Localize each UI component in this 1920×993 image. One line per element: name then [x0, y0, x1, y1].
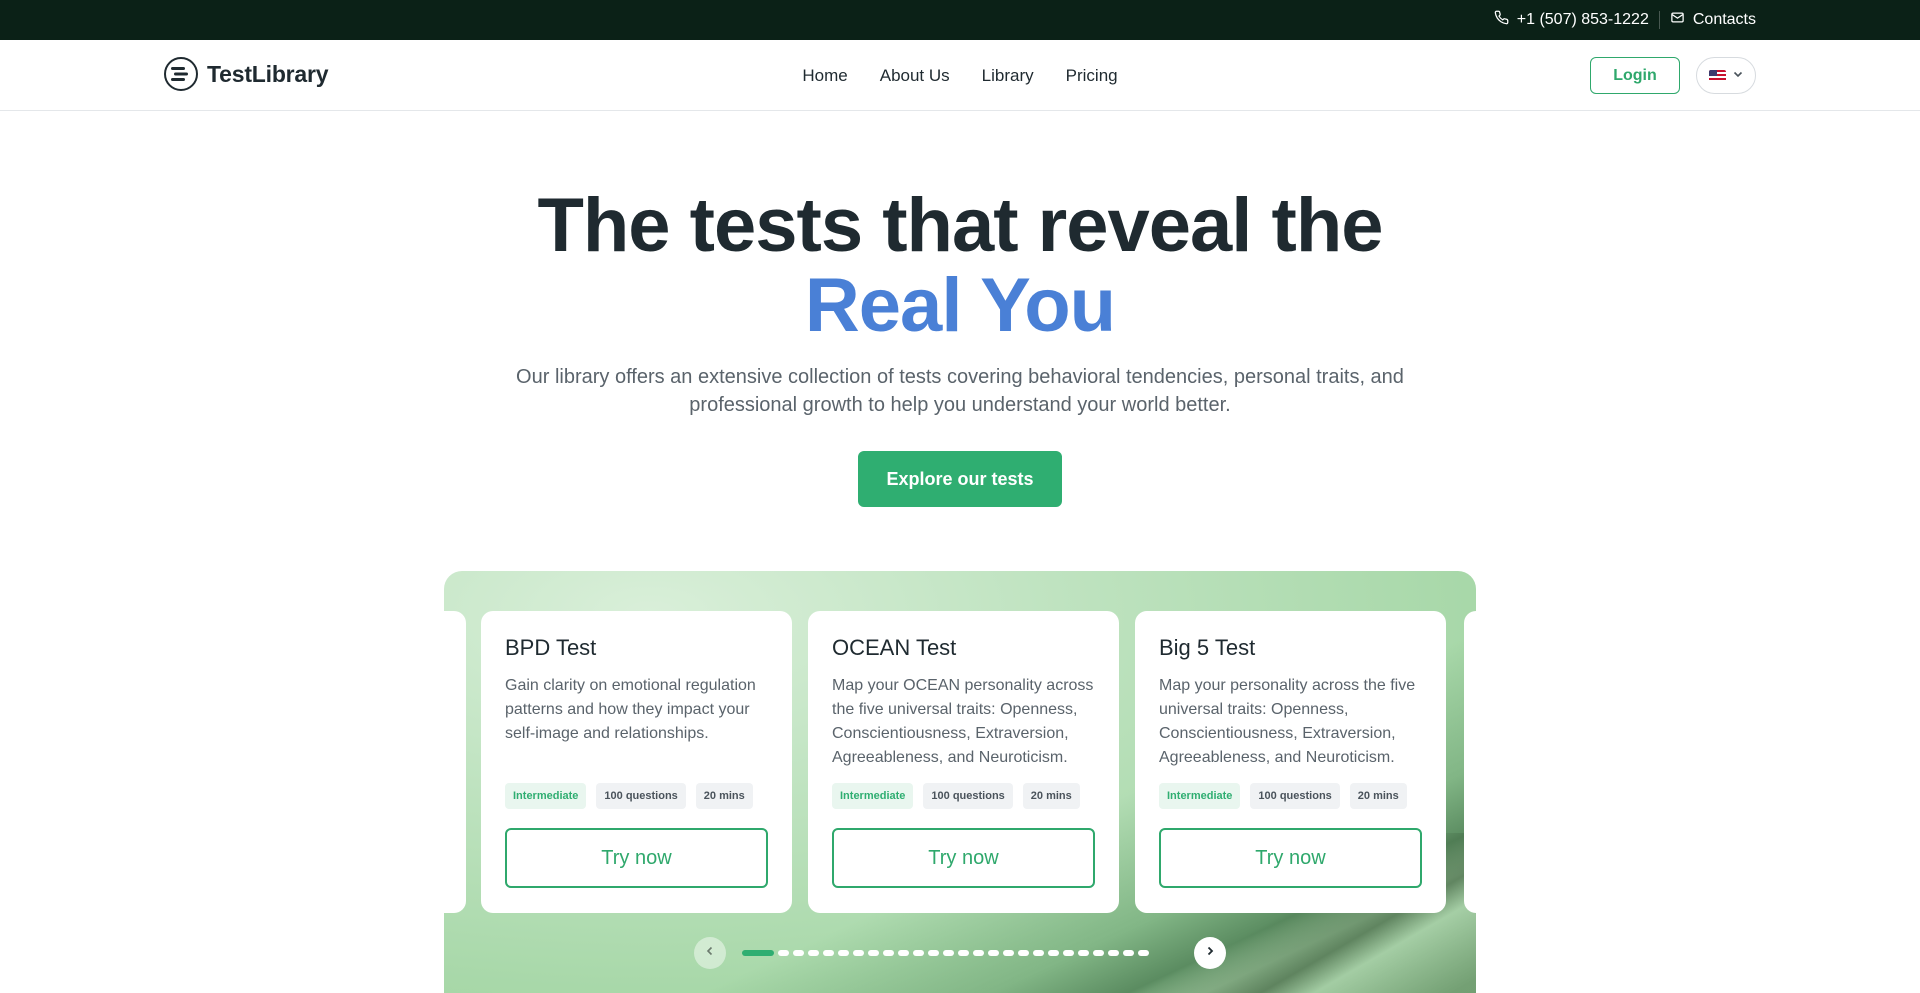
carousel-dot[interactable]: [823, 950, 834, 956]
carousel-dot[interactable]: [1048, 950, 1059, 956]
level-badge: Intermediate: [832, 783, 914, 809]
card-title: BPD Test: [505, 635, 597, 660]
test-card-partial-right[interactable]: [1464, 611, 1476, 913]
divider: [1658, 11, 1660, 29]
duration-badge: 20 mins: [1022, 783, 1080, 809]
contacts-label: Contacts: [1692, 11, 1756, 28]
nav-library[interactable]: Library: [982, 66, 1034, 86]
login-button[interactable]: Login: [1590, 57, 1680, 94]
hero-subtitle: Our library offers an extensive collecti…: [516, 366, 1404, 416]
carousel-prev-button[interactable]: [694, 937, 726, 969]
hero-title-accent: Real You: [804, 263, 1116, 348]
test-card: Big 5 Test Map your personality across t…: [1135, 611, 1446, 913]
test-card: OCEAN Test Map your OCEAN personality ac…: [808, 611, 1119, 913]
carousel-dot[interactable]: [1138, 950, 1149, 956]
carousel-next-button[interactable]: [1194, 937, 1226, 969]
card-title: Big 5 Test: [1159, 635, 1256, 660]
card-tags: Intermediate 100 questions 20 mins: [832, 783, 1095, 809]
hero-title: The tests that reveal the: [537, 183, 1383, 268]
carousel-dot[interactable]: [1078, 950, 1089, 956]
phone-link[interactable]: +1 (507) 853-1222: [1494, 10, 1649, 30]
carousel-dot[interactable]: [1063, 950, 1074, 956]
card-description: Map your personality across the five uni…: [1159, 677, 1416, 766]
questions-badge: 100 questions: [923, 783, 1013, 809]
carousel-dot[interactable]: [838, 950, 849, 956]
us-flag-icon: [1708, 69, 1726, 82]
carousel-pagination: [444, 937, 1476, 969]
card-description: Gain clarity on emotional regulation pat…: [505, 677, 756, 742]
carousel-dot[interactable]: [742, 950, 774, 956]
nav-pricing[interactable]: Pricing: [1066, 66, 1118, 86]
carousel-dots: [742, 950, 1149, 956]
phone-number: +1 (507) 853-1222: [1516, 11, 1649, 28]
contacts-link[interactable]: Contacts: [1670, 10, 1756, 30]
try-now-button[interactable]: Try now: [832, 828, 1095, 888]
try-now-button[interactable]: Try now: [505, 828, 768, 888]
carousel-dot[interactable]: [1123, 950, 1134, 956]
card-tags: Intermediate 100 questions 20 mins: [1159, 783, 1422, 809]
chevron-right-icon: [1204, 944, 1216, 962]
explore-tests-button[interactable]: Explore our tests: [858, 451, 1062, 507]
card-description: Map your OCEAN personality across the fi…: [832, 677, 1094, 766]
carousel-dot[interactable]: [868, 950, 879, 956]
carousel-dot[interactable]: [928, 950, 939, 956]
test-card-partial-left[interactable]: [444, 611, 466, 913]
questions-badge: 100 questions: [596, 783, 686, 809]
main-header: TestLibrary Home About Us Library Pricin…: [0, 40, 1920, 111]
phone-icon: [1494, 10, 1509, 30]
language-selector[interactable]: [1696, 57, 1756, 94]
carousel-dot[interactable]: [1033, 950, 1044, 956]
top-bar-contacts: +1 (507) 853-1222 Contacts: [1494, 0, 1756, 40]
level-badge: Intermediate: [505, 783, 587, 809]
tests-carousel: BPD Test Gain clarity on emotional regul…: [444, 571, 1476, 993]
duration-badge: 20 mins: [1349, 783, 1407, 809]
chevron-left-icon: [704, 944, 716, 962]
test-card: BPD Test Gain clarity on emotional regul…: [481, 611, 792, 913]
logo[interactable]: TestLibrary: [164, 57, 329, 91]
carousel-dot[interactable]: [778, 950, 789, 956]
carousel-dot[interactable]: [958, 950, 969, 956]
carousel-dot[interactable]: [988, 950, 999, 956]
nav-about-us[interactable]: About Us: [880, 66, 950, 86]
carousel-dot[interactable]: [853, 950, 864, 956]
nav-home[interactable]: Home: [802, 66, 847, 86]
carousel-dot[interactable]: [973, 950, 984, 956]
logo-icon: [164, 57, 198, 91]
try-now-button[interactable]: Try now: [1159, 828, 1422, 888]
carousel-dot[interactable]: [1018, 950, 1029, 956]
carousel-dot[interactable]: [913, 950, 924, 956]
level-badge: Intermediate: [1159, 783, 1241, 809]
chevron-down-icon: [1732, 67, 1744, 85]
logo-text: TestLibrary: [207, 60, 329, 87]
carousel-dot[interactable]: [898, 950, 909, 956]
top-bar: +1 (507) 853-1222 Contacts: [0, 0, 1920, 40]
mail-icon: [1670, 10, 1685, 30]
card-tags: Intermediate 100 questions 20 mins: [505, 783, 768, 809]
carousel-dot[interactable]: [943, 950, 954, 956]
duration-badge: 20 mins: [695, 783, 753, 809]
carousel-dot[interactable]: [1003, 950, 1014, 956]
carousel-dot[interactable]: [1093, 950, 1104, 956]
questions-badge: 100 questions: [1250, 783, 1340, 809]
card-title: OCEAN Test: [832, 635, 957, 660]
carousel-dot[interactable]: [793, 950, 804, 956]
carousel-dot[interactable]: [883, 950, 894, 956]
carousel-dot[interactable]: [1108, 950, 1119, 956]
carousel-dot[interactable]: [808, 950, 819, 956]
